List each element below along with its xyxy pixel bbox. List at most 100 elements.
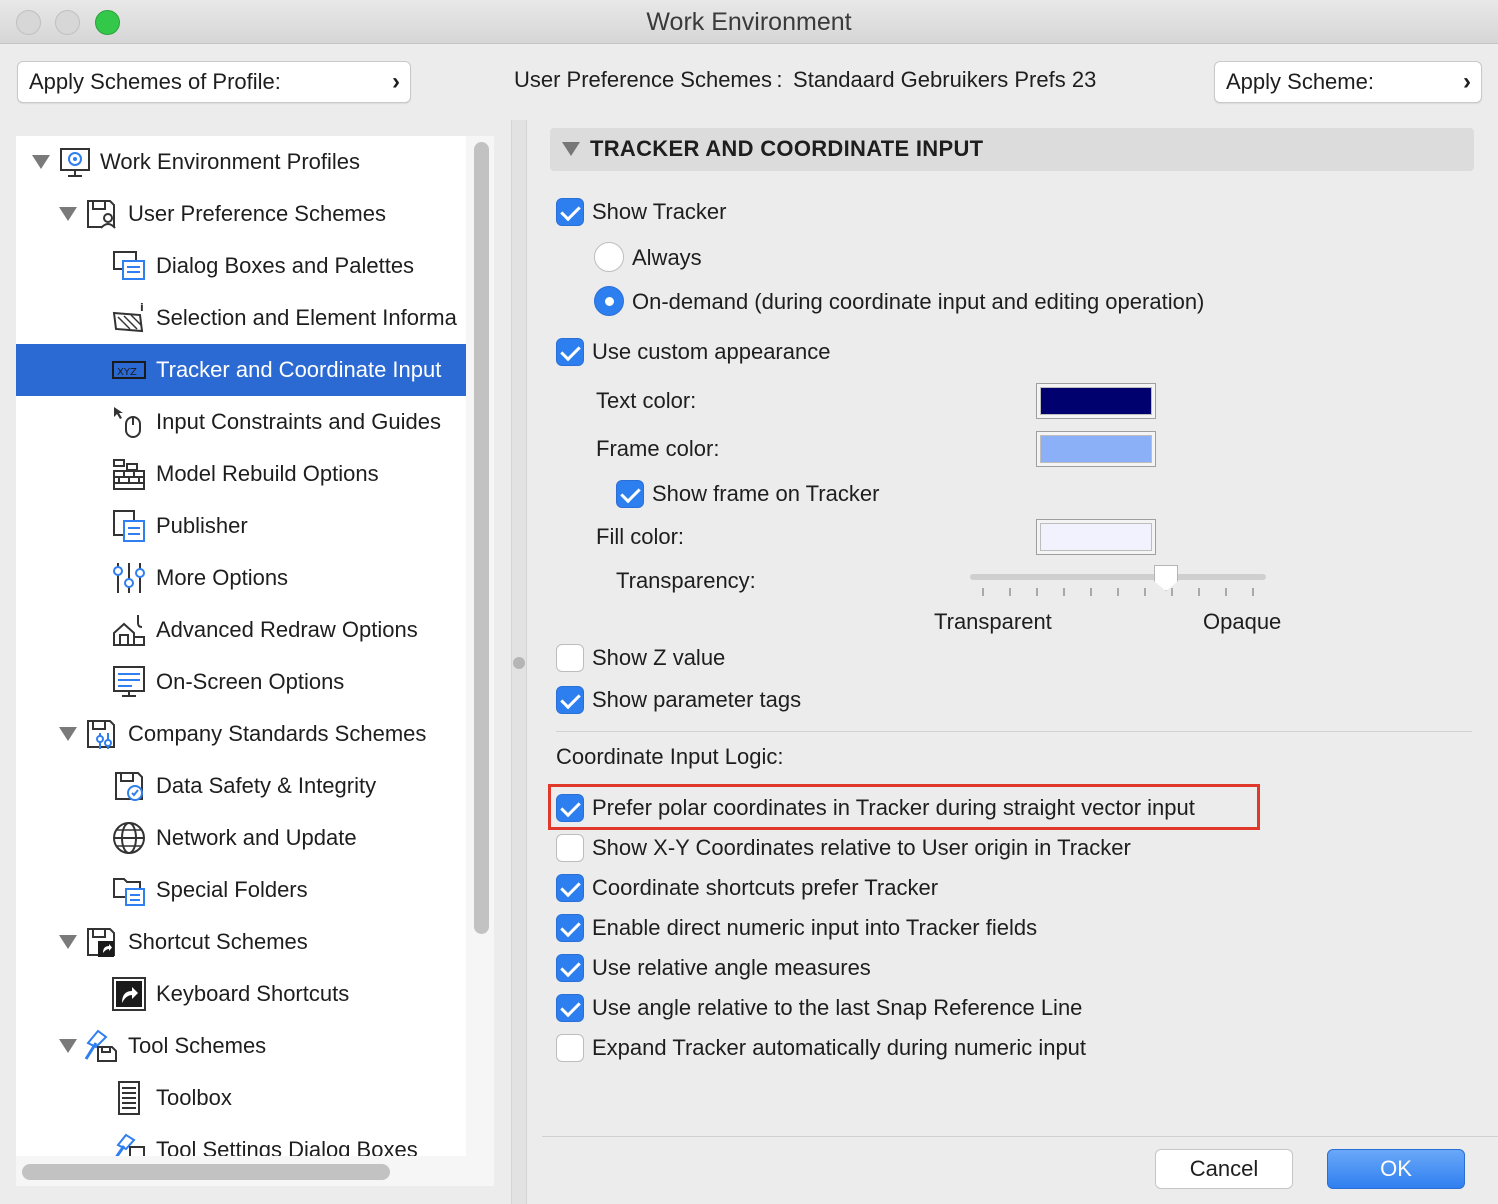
prefer-polar-label: Prefer polar coordinates in Tracker duri… — [592, 795, 1195, 820]
tree-vertical-scroll-thumb[interactable] — [474, 142, 489, 934]
transparency-label: Transparency: — [616, 568, 756, 593]
expand-tracker-label: Expand Tracker automatically during nume… — [592, 1035, 1087, 1060]
tree-item-tracker[interactable]: XYZ Tracker and Coordinate Input — [16, 344, 466, 396]
tree-item-input-constraints[interactable]: Input Constraints and Guides — [16, 396, 466, 448]
tree-item-data-safety[interactable]: Data Safety & Integrity — [16, 760, 466, 812]
fill-color-fill — [1040, 523, 1152, 551]
relative-angle-checkbox[interactable] — [556, 954, 584, 982]
tree-item-more-options[interactable]: More Options — [16, 552, 466, 604]
tree-item-company-standards[interactable]: Company Standards Schemes — [16, 708, 466, 760]
slider-tick — [1009, 588, 1011, 596]
tree-item-special-folders[interactable]: Special Folders — [16, 864, 466, 916]
screen-icon — [113, 666, 145, 697]
chevron-right-icon: › — [1463, 68, 1471, 95]
tree-item-label: Tool Schemes — [128, 1033, 267, 1058]
tree-item-label: Tracker and Coordinate Input — [156, 357, 442, 382]
show-frame-label: Show frame on Tracker — [652, 481, 880, 506]
always-radio[interactable] — [594, 242, 624, 272]
tree-item-tool-schemes[interactable]: Tool Schemes — [16, 1020, 466, 1072]
coordinate-shortcuts-checkbox[interactable] — [556, 874, 584, 902]
tree-item-dialog-boxes[interactable]: Dialog Boxes and Palettes — [16, 240, 466, 292]
mouse-icon — [114, 407, 141, 438]
collapse-triangle-icon[interactable] — [562, 142, 580, 156]
scheme-caption: User Preference Schemes : Standaard Gebr… — [514, 67, 1097, 92]
on-demand-radio[interactable] — [594, 286, 624, 316]
tree-item-shortcut-schemes[interactable]: Shortcut Schemes — [16, 916, 466, 968]
settings-tree: Work Environment Profiles User Preferenc… — [16, 136, 466, 1156]
text-color-swatch[interactable] — [1036, 383, 1156, 419]
tree-item-label: More Options — [156, 565, 289, 590]
tree-item-label: Model Rebuild Options — [156, 461, 379, 486]
apply-scheme-button[interactable]: Apply Scheme: › — [1214, 61, 1482, 103]
tree-item-label: Network and Update — [156, 825, 357, 850]
show-tracker-checkbox[interactable] — [556, 198, 584, 226]
coordinate-shortcuts-label: Coordinate shortcuts prefer Tracker — [592, 875, 939, 900]
slider-tick — [1063, 588, 1065, 596]
snap-reference-angle-checkbox[interactable] — [556, 994, 584, 1022]
tree-item-label: Publisher — [156, 513, 248, 538]
show-xy-label: Show X-Y Coordinates relative to User or… — [592, 835, 1131, 860]
transparency-slider[interactable] — [970, 574, 1266, 580]
brick-wall-icon — [113, 459, 145, 490]
selection-icon: i — [112, 301, 144, 333]
redraw-icon — [113, 615, 145, 646]
show-parameter-tags-checkbox[interactable] — [556, 686, 584, 714]
show-frame-checkbox[interactable] — [616, 480, 644, 508]
prefer-polar-checkbox[interactable] — [556, 794, 584, 822]
cancel-button[interactable]: Cancel — [1155, 1149, 1293, 1189]
tree-item-tool-settings[interactable]: Tool Settings Dialog Boxes — [16, 1124, 466, 1156]
svg-text:i: i — [140, 301, 144, 314]
tool-scheme-icon — [84, 1029, 117, 1062]
slider-tick — [1117, 588, 1119, 596]
disclosure-triangle-icon[interactable] — [59, 207, 77, 221]
tree-item-advanced-redraw[interactable]: Advanced Redraw Options — [16, 604, 466, 656]
tree-item-on-screen[interactable]: On-Screen Options — [16, 656, 466, 708]
use-custom-appearance-checkbox[interactable] — [556, 338, 584, 366]
ok-button[interactable]: OK — [1327, 1149, 1465, 1189]
tree-item-toolbox[interactable]: Toolbox — [16, 1072, 466, 1124]
expand-tracker-checkbox[interactable] — [556, 1034, 584, 1062]
disclosure-triangle-icon[interactable] — [59, 1039, 77, 1053]
tree-item-label: Shortcut Schemes — [128, 929, 308, 954]
tree-item-label: Special Folders — [156, 877, 308, 902]
disclosure-triangle-icon[interactable] — [59, 935, 77, 949]
tree-item-work-environment-profiles[interactable]: Work Environment Profiles — [16, 136, 466, 188]
tree-item-publisher[interactable]: Publisher — [16, 500, 466, 552]
slider-tick — [982, 588, 984, 596]
section-header[interactable]: TRACKER AND COORDINATE INPUT — [550, 128, 1474, 171]
fill-color-swatch[interactable] — [1036, 519, 1156, 555]
tree-item-keyboard-shortcuts[interactable]: Keyboard Shortcuts — [16, 968, 466, 1020]
tree-item-network[interactable]: Network and Update — [16, 812, 466, 864]
direct-numeric-input-checkbox[interactable] — [556, 914, 584, 942]
frame-color-swatch[interactable] — [1036, 431, 1156, 467]
toolbox-icon — [118, 1081, 140, 1115]
show-z-value-checkbox[interactable] — [556, 644, 584, 672]
relative-angle-label: Use relative angle measures — [592, 955, 871, 980]
footer-divider — [542, 1136, 1498, 1137]
show-xy-checkbox[interactable] — [556, 834, 584, 862]
always-label: Always — [632, 245, 702, 270]
coordinate-input-logic-title: Coordinate Input Logic: — [556, 744, 784, 769]
slider-tick — [1198, 588, 1200, 596]
tree-item-model-rebuild[interactable]: Model Rebuild Options — [16, 448, 466, 500]
on-demand-label: On-demand (during coordinate input and e… — [632, 289, 1205, 314]
xyz-tracker-icon: XYZ — [112, 361, 146, 379]
slider-tick — [1171, 588, 1173, 596]
splitter-handle[interactable] — [513, 657, 525, 669]
text-color-label: Text color: — [596, 388, 697, 413]
show-z-value-label: Show Z value — [592, 645, 726, 670]
disclosure-triangle-icon[interactable] — [32, 155, 50, 169]
tree-item-user-preference-schemes[interactable]: User Preference Schemes — [16, 188, 466, 240]
disclosure-triangle-icon[interactable] — [59, 727, 77, 741]
tree-item-label: Work Environment Profiles — [100, 149, 361, 174]
transparency-slider-knob[interactable] — [1154, 565, 1178, 591]
slider-tick — [1144, 588, 1146, 596]
tree-horizontal-scroll-thumb[interactable] — [22, 1164, 390, 1180]
apply-schemes-of-profile-button[interactable]: Apply Schemes of Profile: › — [17, 61, 411, 103]
chevron-right-icon: › — [392, 68, 400, 95]
tree-item-label: Input Constraints and Guides — [156, 409, 441, 434]
tree-item-label: On-Screen Options — [156, 669, 345, 694]
tree-item-label: Dialog Boxes and Palettes — [156, 253, 415, 278]
tree-item-selection[interactable]: i Selection and Element Informa — [16, 292, 466, 344]
show-parameter-tags-label: Show parameter tags — [592, 687, 802, 712]
